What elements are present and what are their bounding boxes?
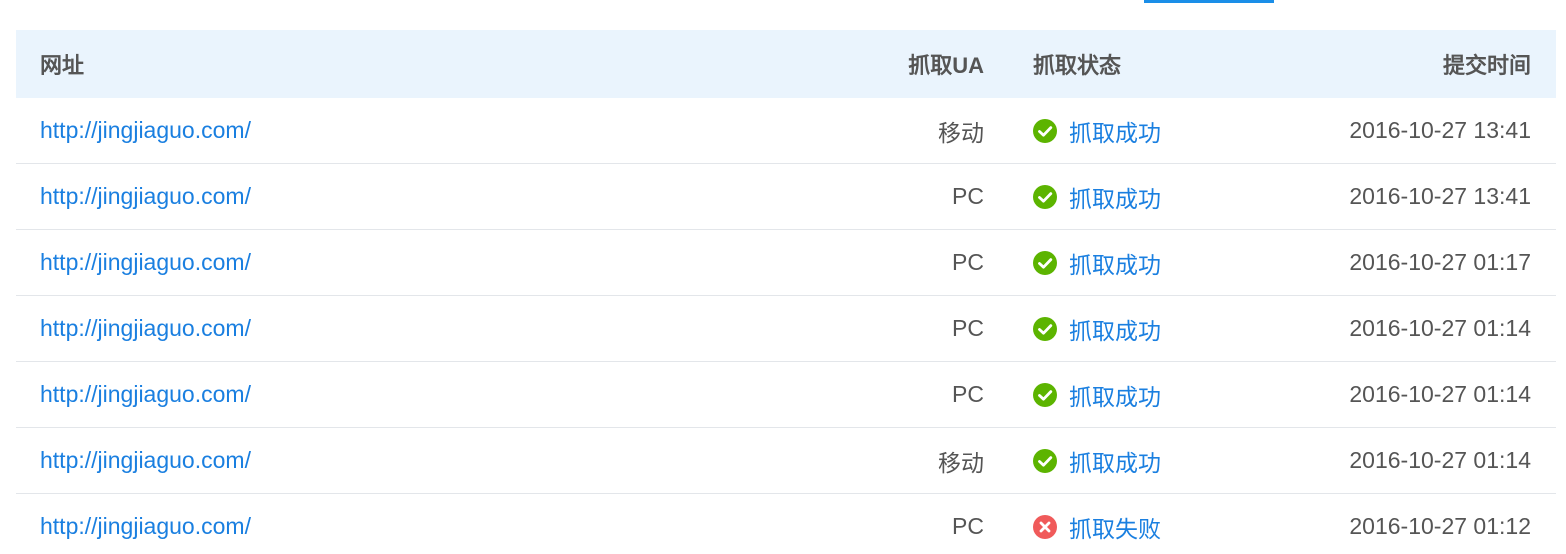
table-row: http://jingjiaguo.com/ PC 抓取成功 2016-10-2… (16, 296, 1556, 362)
table-row: http://jingjiaguo.com/ PC 抓取成功 2016-10-2… (16, 164, 1556, 230)
submit-time: 2016-10-27 01:14 (1349, 381, 1531, 407)
x-circle-icon (1033, 514, 1057, 539)
crawl-records-panel: 网址 抓取UA 抓取状态 提交时间 http://jingjiaguo.com/… (0, 0, 1566, 554)
crawl-status-link[interactable]: 抓取成功 (1069, 114, 1161, 148)
header-ua: 抓取UA (908, 53, 984, 78)
ua-cell: 移动 (938, 449, 984, 476)
url-link[interactable]: http://jingjiaguo.com/ (40, 513, 251, 539)
table-row: http://jingjiaguo.com/ PC 抓取失败 2016-10-2… (16, 494, 1556, 554)
check-circle-icon (1033, 250, 1057, 275)
url-link[interactable]: http://jingjiaguo.com/ (40, 381, 251, 407)
header-status: 抓取状态 (1033, 53, 1122, 78)
url-link[interactable]: http://jingjiaguo.com/ (40, 447, 251, 473)
table-row: http://jingjiaguo.com/ PC 抓取成功 2016-10-2… (16, 230, 1556, 296)
crawl-status-link[interactable]: 抓取成功 (1069, 180, 1161, 214)
crawl-status-link[interactable]: 抓取成功 (1069, 444, 1161, 478)
url-link[interactable]: http://jingjiaguo.com/ (40, 183, 251, 209)
crawl-status-link[interactable]: 抓取成功 (1069, 246, 1161, 280)
check-circle-icon (1033, 316, 1057, 341)
url-link[interactable]: http://jingjiaguo.com/ (40, 249, 251, 275)
submit-time: 2016-10-27 01:17 (1349, 249, 1531, 275)
submit-time: 2016-10-27 01:14 (1349, 315, 1531, 341)
crawl-status-link[interactable]: 抓取失败 (1069, 510, 1161, 544)
url-link[interactable]: http://jingjiaguo.com/ (40, 117, 251, 143)
submit-time: 2016-10-27 13:41 (1349, 183, 1531, 209)
table-header: 网址 抓取UA 抓取状态 提交时间 (16, 30, 1556, 98)
header-time: 提交时间 (1442, 53, 1531, 78)
ua-cell: PC (952, 513, 984, 539)
submit-time: 2016-10-27 13:41 (1349, 117, 1531, 143)
check-circle-icon (1033, 184, 1057, 209)
url-link[interactable]: http://jingjiaguo.com/ (40, 315, 251, 341)
check-circle-icon (1033, 448, 1057, 473)
ua-cell: 移动 (938, 119, 984, 146)
ua-cell: PC (952, 249, 984, 275)
crawl-status-link[interactable]: 抓取成功 (1069, 312, 1161, 346)
crawl-status-link[interactable]: 抓取成功 (1069, 378, 1161, 412)
crawl-records-table: 网址 抓取UA 抓取状态 提交时间 http://jingjiaguo.com/… (16, 30, 1556, 554)
table-row: http://jingjiaguo.com/ PC 抓取成功 2016-10-2… (16, 362, 1556, 428)
ua-cell: PC (952, 183, 984, 209)
check-circle-icon (1033, 382, 1057, 407)
header-url: 网址 (40, 53, 85, 78)
table-body: http://jingjiaguo.com/ 移动 抓取成功 2016-10-2… (16, 98, 1556, 554)
table-row: http://jingjiaguo.com/ 移动 抓取成功 2016-10-2… (16, 98, 1556, 164)
submit-time: 2016-10-27 01:12 (1349, 513, 1531, 539)
ua-cell: PC (952, 381, 984, 407)
check-circle-icon (1033, 118, 1057, 143)
table-row: http://jingjiaguo.com/ 移动 抓取成功 2016-10-2… (16, 428, 1556, 494)
active-tab-indicator (1144, 0, 1274, 3)
submit-time: 2016-10-27 01:14 (1349, 447, 1531, 473)
ua-cell: PC (952, 315, 984, 341)
